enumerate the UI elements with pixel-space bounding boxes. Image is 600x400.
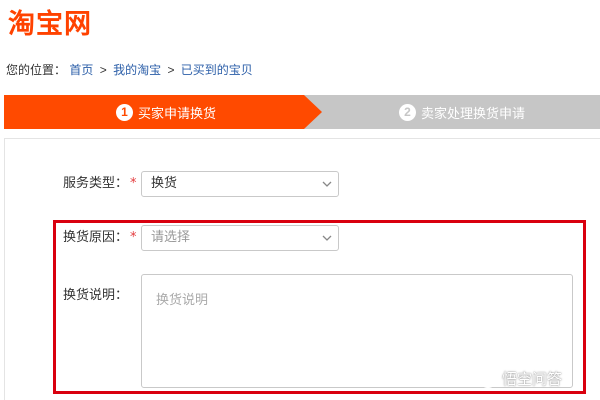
service-type-label-text: 服务类型： [63,176,129,191]
breadcrumb: 您的位置： 首页 > 我的淘宝 > 已买到的宝贝 [6,61,253,78]
watermark: 悟空问答 [478,368,562,389]
watermark-text: 悟空问答 [502,370,563,388]
step-number-badge: 2 [399,103,416,121]
taobao-logo[interactable]: 淘宝网 [8,8,92,42]
chat-bubble-icon [479,369,497,388]
breadcrumb-purchased-link[interactable]: 已买到的宝贝 [181,63,253,77]
breadcrumb-separator: > [167,63,175,77]
required-mark: * [130,176,137,191]
step-seller-process: 2 卖家处理换货申请 [399,95,525,129]
chevron-down-icon [322,181,332,187]
step-buyer-request: 1 买家申请换货 [116,95,216,129]
service-type-label: 服务类型： * [63,176,137,192]
service-type-value: 换货 [151,176,178,191]
breadcrumb-separator: > [99,63,107,77]
progress-steps: 1 买家申请换货 2 卖家处理换货申请 [4,95,600,129]
service-type-select[interactable]: 换货 [141,171,339,197]
breadcrumb-my-taobao-link[interactable]: 我的淘宝 [113,63,161,77]
breadcrumb-home-link[interactable]: 首页 [69,63,93,77]
breadcrumb-prefix: 您的位置： [6,63,67,77]
step-label: 卖家处理换货申请 [421,106,526,122]
step-number-badge: 1 [116,103,133,121]
step-label: 买家申请换货 [138,106,217,122]
